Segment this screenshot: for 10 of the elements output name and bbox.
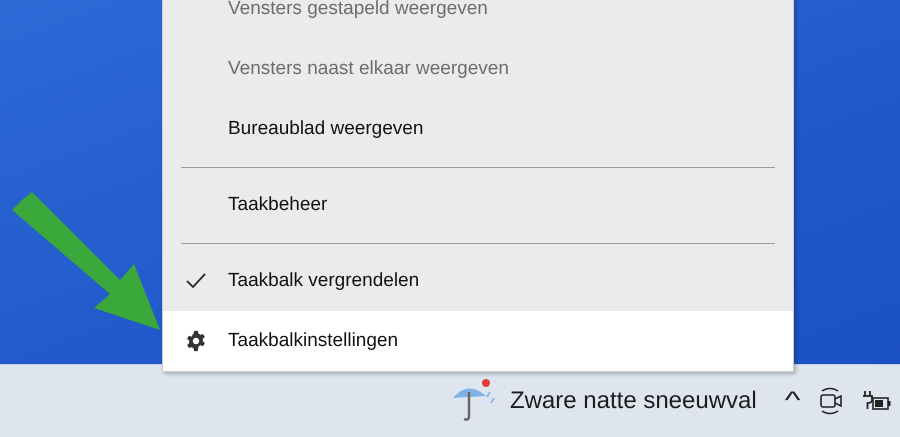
weather-text[interactable]: Zware natte sneeuwval [510,387,757,415]
menu-item[interactable]: Taakbalk vergrendelen [163,251,793,311]
menu-item[interactable]: Taakbalkinstellingen [163,311,793,371]
camera-icon[interactable] [818,386,844,416]
menu-item[interactable]: Bureaublad weergeven [163,99,793,159]
tray-chevron[interactable]: ^ [784,387,800,415]
menu-item[interactable]: Taakbeheer [163,175,793,235]
battery-icon[interactable] [862,389,892,413]
checkmark-icon [186,273,206,289]
gear-icon [184,330,206,352]
